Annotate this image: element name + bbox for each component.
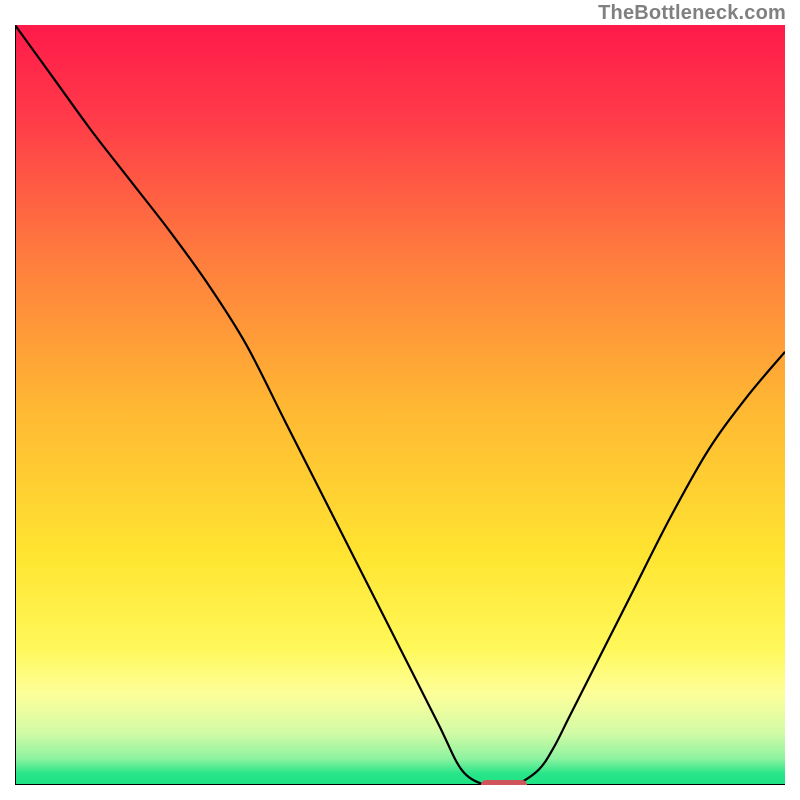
chart-svg xyxy=(15,25,785,785)
optimal-range-marker xyxy=(481,780,527,785)
plot-area xyxy=(15,25,785,785)
bottleneck-curve xyxy=(15,25,785,785)
bottleneck-chart: TheBottleneck.com xyxy=(0,0,800,800)
watermark-label: TheBottleneck.com xyxy=(598,2,786,25)
